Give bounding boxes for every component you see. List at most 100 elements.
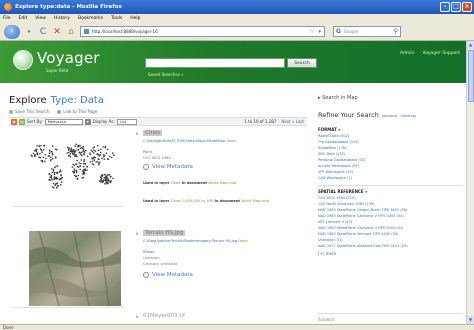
city-dot [83, 150, 86, 153]
spatial-facet-header[interactable]: SPATIAL REFERENCE » [318, 189, 368, 194]
display-select[interactable]: List [116, 118, 137, 125]
city-dot [53, 173, 56, 176]
menu-tools[interactable]: Tools [111, 16, 122, 21]
city-dot [44, 154, 47, 156]
pager-links[interactable]: Next » Last [281, 119, 304, 124]
sort-direction-icon[interactable]: ▾ [84, 118, 91, 125]
browser-search-box[interactable]: G Google ⚲ [333, 26, 401, 37]
close-button[interactable]: × [462, 2, 472, 12]
facet-item[interactable]: NAD 1927 StatePlane Alabama East FIPS 01… [318, 244, 408, 248]
city-dot [43, 148, 45, 151]
explore-title: Explore [9, 95, 47, 106]
bookmark-star-icon[interactable]: ☆ [309, 28, 314, 35]
url-dropdown-icon[interactable]: ▾ [318, 29, 321, 35]
reload-icon[interactable]: C [38, 27, 48, 37]
city-dot [76, 177, 78, 179]
menu-history[interactable]: History [54, 16, 70, 21]
city-dot [93, 152, 95, 154]
menu-help[interactable]: Help [130, 16, 140, 21]
city-dot [51, 171, 54, 174]
saved-searches-link[interactable]: Saved Searches » [148, 72, 184, 77]
menu-edit[interactable]: Edit [19, 16, 28, 21]
result-path[interactable]: C:/VoyagerData/D_ESRI Data Maps/StreetMa… [143, 139, 293, 144]
result-creators: Creators: jcmillotta [143, 262, 178, 266]
back-button[interactable]: ‹ [4, 24, 20, 39]
minimize-button[interactable]: – [440, 2, 450, 12]
window-title: Explore type:data - Mozilla Firefox [15, 4, 122, 10]
forward-dropdown-icon[interactable]: ▾ [24, 29, 34, 35]
view-metadata-link[interactable]: View Metadata [143, 164, 193, 170]
facet-item[interactable]: GCS WGS 1984 (720) [318, 196, 355, 200]
result-path[interactable]: C:/Data/Jubilee/Terrain/RasterImagery/Te… [143, 239, 293, 244]
city-dot [75, 171, 78, 174]
search-icon[interactable]: ⚲ [394, 28, 398, 35]
options-link[interactable]: (options) [382, 114, 398, 118]
facet-item[interactable]: Unknown (31) [318, 238, 343, 242]
facet-item[interactable]: CAD Workspace (1) [318, 176, 352, 180]
page-scrollbar[interactable]: ▲ ▼ [466, 41, 474, 324]
voyager-logo[interactable]: Voyager [37, 49, 100, 67]
city-dot [52, 157, 54, 160]
reverse-link[interactable]: (reverse) [400, 114, 416, 118]
city-dot [112, 152, 114, 154]
google-icon[interactable]: G [336, 28, 341, 35]
city-dot [75, 143, 77, 146]
facet-item[interactable]: File Geodatabase (415) [318, 140, 359, 144]
facet-item[interactable]: NAD 1983 StatePlane Vermont FIPS 4400 (3… [318, 232, 398, 236]
scroll-down-icon[interactable]: ▼ [467, 316, 474, 324]
link-page-link[interactable]: Link to This Page [57, 109, 97, 114]
scroll-thumb[interactable] [468, 50, 474, 102]
facet-item[interactable]: NTF Lambert II (43) [318, 220, 352, 224]
support-link[interactable]: Voyager Support [422, 51, 460, 56]
sort-label: Sort By: [27, 119, 43, 124]
result-title[interactable]: 01Meyer003.tif [143, 313, 185, 319]
city-dot [72, 150, 74, 152]
city-dot [47, 155, 50, 157]
facet-item[interactable]: ArcInfo Workspace (29) [318, 164, 359, 168]
city-dot [82, 176, 85, 179]
subjects-facet-header[interactable]: Subjects [318, 317, 335, 322]
voyager-search-button[interactable]: Search [287, 58, 317, 68]
facet-item[interactable]: NAD 1983 StatePlane California II FIPS 0… [318, 226, 403, 230]
view-metadata-link[interactable]: View Metadata [143, 272, 193, 278]
stop-icon[interactable]: ✕ [52, 27, 62, 37]
refine-heading: Refine Your Search (options) (reverse) [318, 111, 417, 119]
type-filter-link[interactable]: Type: Data [51, 95, 104, 106]
facet-item[interactable]: Shapefiles (178) [318, 146, 347, 150]
sort-select[interactable]: Relevance [44, 118, 83, 125]
city-dot [82, 166, 85, 168]
city-dot [72, 170, 74, 173]
menu-view[interactable]: View [35, 16, 46, 21]
facet-item[interactable]: SDC Data (152) [318, 152, 345, 156]
facet-item[interactable]: Raster Data (502) [318, 134, 349, 138]
admin-link[interactable]: Admin [400, 51, 414, 56]
result-item: ↳ Cities C:/VoyagerData/D_ESRI Data Maps… [9, 127, 307, 221]
menu-file[interactable]: File [3, 16, 11, 21]
maximize-button[interactable]: □ [451, 2, 461, 12]
facet-item[interactable]: GCS North American 1983 (139) [318, 202, 375, 206]
more-facets-link[interactable]: [+] more [318, 251, 336, 256]
result-thumbnail[interactable] [12, 127, 124, 207]
facet-item[interactable]: VPF Workspace (25) [318, 170, 353, 174]
scroll-up-icon[interactable]: ▲ [467, 41, 474, 49]
rss-icon[interactable]: ◉ [11, 118, 17, 125]
open-link[interactable]: Open [226, 139, 236, 143]
url-bar[interactable]: http://localhost:8888/voyager-16 ☆ ▾ [80, 26, 325, 37]
city-dot [79, 165, 81, 167]
menu-bookmarks[interactable]: Bookmarks [78, 16, 103, 21]
city-dot [83, 172, 86, 174]
facet-item[interactable]: NAD 1983 StatePlane Oregon North FIPS 36… [318, 208, 407, 212]
open-link[interactable]: Open [238, 239, 248, 243]
format-facet-header[interactable]: FORMAT » [318, 127, 341, 132]
search-in-map-toggle[interactable]: ▸ Search in Map [318, 95, 358, 101]
result-thumbnail[interactable] [12, 228, 124, 308]
home-icon[interactable]: ⌂ [66, 27, 76, 37]
facet-item[interactable]: Personal Geodatabase (32) [318, 158, 366, 162]
city-dot [103, 155, 105, 158]
voyager-search-input[interactable] [145, 58, 285, 68]
save-search-link[interactable]: Save This Search [9, 109, 49, 114]
result-title[interactable]: Terrain HS.jpg [143, 230, 186, 236]
facet-item[interactable]: NAD 1983 StatePlane California V FIPS 04… [318, 214, 404, 218]
export-icon[interactable]: ▤ [19, 118, 25, 125]
result-title[interactable]: Cities [143, 130, 163, 136]
